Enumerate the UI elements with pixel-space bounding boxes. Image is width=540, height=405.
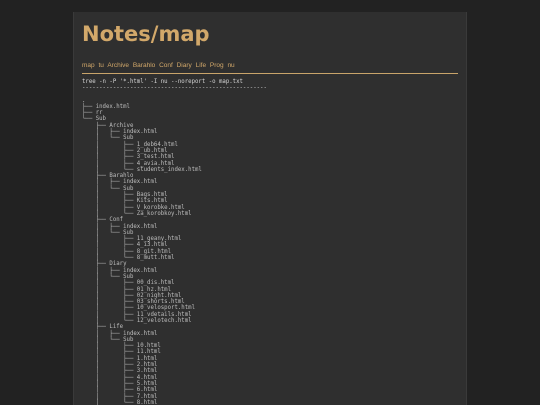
header-divider [82,73,458,74]
content-page: Notes/map map tu Archive Barahlo Conf Di… [73,12,467,405]
page-title: Notes/map [82,22,210,46]
nav-link-tu[interactable]: tu [98,62,103,69]
nav-link-conf[interactable]: Conf [159,62,173,69]
nav-link-barahlo[interactable]: Barahlo [133,62,155,69]
nav-link-map[interactable]: map [82,62,95,69]
nav-link-nu[interactable]: nu [227,62,234,69]
nav-link-life[interactable]: Life [196,62,206,69]
nav-link-archive[interactable]: Archive [107,62,129,69]
terminal-separator: ----------------------------------------… [82,85,267,92]
tree-line: │ └── 8.html [82,399,158,405]
directory-tree: . ├── index.html ├── rr └── Sub ├── Archive… [82,98,458,405]
nav-link-prog[interactable]: Prog [210,62,224,69]
nav-links: map tu Archive Barahlo Conf Diary Life P… [82,62,458,70]
nav-link-diary[interactable]: Diary [177,62,192,69]
